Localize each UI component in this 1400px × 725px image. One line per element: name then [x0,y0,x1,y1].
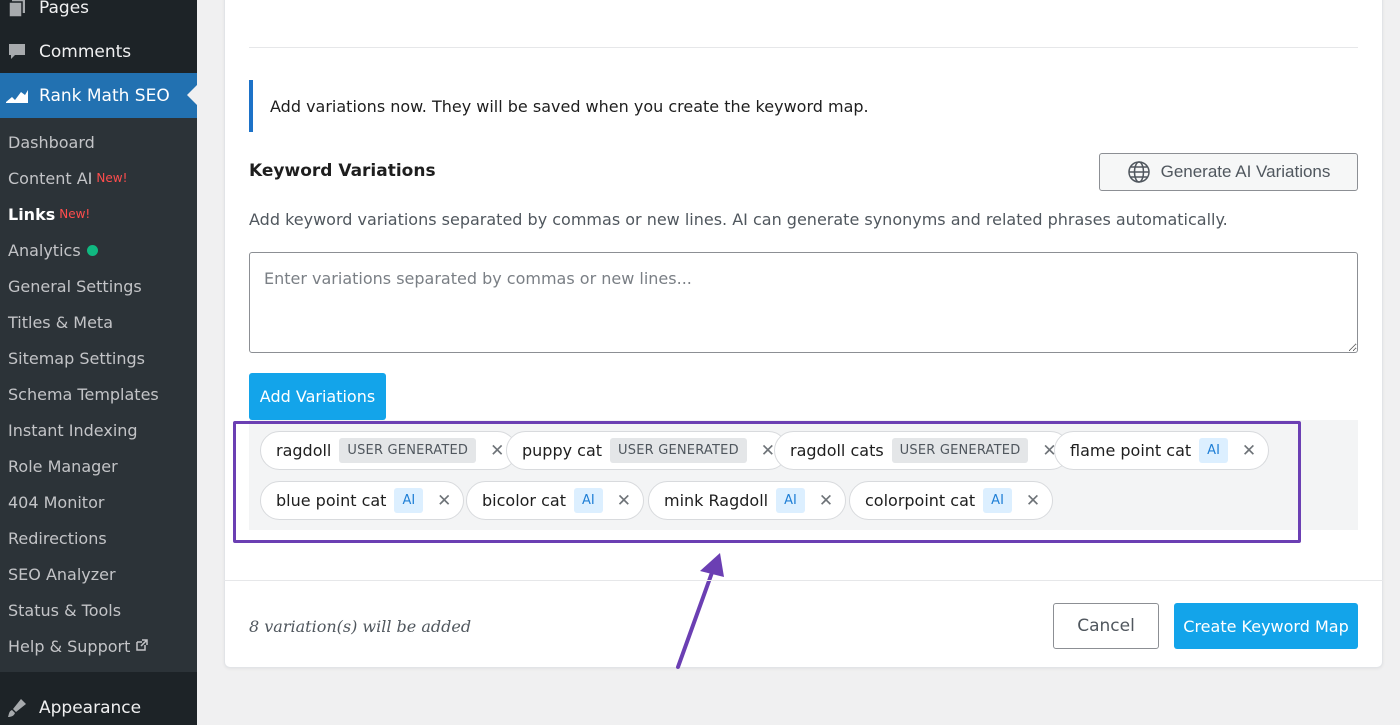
tag-text: mink Ragdoll [664,491,769,510]
status-dot-icon [86,244,98,256]
tag-text: flame point cat [1070,441,1192,460]
generate-label: Generate AI Variations [1160,162,1331,181]
variation-tag: puppy cat USER GENERATED ✕ [506,431,789,470]
submenu-links[interactable]: Links New! [0,196,197,232]
submenu-label: Content AI [8,168,93,188]
submenu-redirections[interactable]: Redirections [0,520,197,556]
remove-tag-icon[interactable]: ✕ [490,441,504,461]
menu-pages-label: Pages [39,0,90,18]
tag-text: ragdoll [276,441,332,460]
tag-text: puppy cat [522,441,603,460]
admin-sidebar: Pages Comments Rank Math SEO Dashboard C… [0,0,197,725]
add-variations-button[interactable]: Add Variations [249,373,386,420]
generate-ai-variations-button[interactable]: Generate AI Variations [1099,153,1358,191]
submenu-content-ai[interactable]: Content AI New! [0,160,197,196]
submenu-analytics[interactable]: Analytics [0,232,197,268]
variations-description: Add keyword variations separated by comm… [249,210,1228,229]
submenu-label: 404 Monitor [8,492,105,512]
submenu-label: General Settings [8,276,142,296]
submenu-label: Redirections [8,528,107,548]
ai-badge: AI [573,488,603,513]
submenu-general-settings[interactable]: General Settings [0,268,197,304]
new-badge: New! [96,171,128,185]
menu-comments[interactable]: Comments [0,32,197,72]
variation-tag: colorpoint cat AI ✕ [849,481,1054,520]
external-link-icon [136,638,149,654]
variation-tag: ragdoll USER GENERATED ✕ [260,431,518,470]
ai-badge: AI [983,488,1012,513]
user-generated-badge: USER GENERATED [339,438,477,463]
brush-icon [0,698,34,718]
remove-tag-icon[interactable]: ✕ [1242,441,1256,461]
menu-rank-math-seo[interactable]: Rank Math SEO [0,73,197,118]
divider [249,47,1358,48]
submenu-label: Instant Indexing [8,420,138,440]
submenu-label: Titles & Meta [8,312,113,332]
variation-tag: ragdoll cats USER GENERATED ✕ [774,431,1070,470]
user-generated-badge: USER GENERATED [891,438,1029,463]
submenu-status-tools[interactable]: Status & Tools [0,592,197,628]
remove-tag-icon[interactable]: ✕ [437,491,451,511]
ai-badge: AI [1199,438,1228,463]
submenu-instant-indexing[interactable]: Instant Indexing [0,412,197,448]
submenu-sitemap-settings[interactable]: Sitemap Settings [0,340,197,376]
submenu-label: Links [8,204,56,224]
submenu-label: Sitemap Settings [8,348,145,368]
menu-appearance-label: Appearance [39,698,142,718]
submenu-schema-templates[interactable]: Schema Templates [0,376,197,412]
tag-text: colorpoint cat [865,491,976,510]
remove-tag-icon[interactable]: ✕ [819,491,833,511]
user-generated-badge: USER GENERATED [610,438,747,463]
submenu-role-manager[interactable]: Role Manager [0,448,197,484]
variation-tag: bicolor cat AI ✕ [466,481,644,520]
keyword-variations-title: Keyword Variations [249,161,436,181]
variation-tag: flame point cat AI ✕ [1054,431,1270,470]
submenu-dashboard[interactable]: Dashboard [0,124,197,160]
submenu-label: SEO Analyzer [8,564,116,584]
rank-math-submenu: Dashboard Content AI New! Links New! Analy… [0,118,197,672]
variations-input[interactable] [249,252,1358,353]
menu-comments-label: Comments [39,42,132,62]
tag-text: blue point cat [276,491,387,510]
submenu-titles-meta[interactable]: Titles & Meta [0,304,197,340]
remove-tag-icon[interactable]: ✕ [761,441,775,461]
create-keyword-map-button[interactable]: Create Keyword Map [1174,603,1358,649]
menu-rank-math-label: Rank Math SEO [39,85,170,106]
submenu-label: Help & Support [8,636,131,656]
ai-badge: AI [776,488,805,513]
submenu-label: Schema Templates [8,384,159,404]
submenu-label: Role Manager [8,456,118,476]
menu-pages[interactable]: Pages [0,0,197,28]
tag-text: bicolor cat [482,491,566,510]
active-pointer [187,85,197,105]
globe-icon [1127,161,1150,183]
submenu-seo-analyzer[interactable]: SEO Analyzer [0,556,197,592]
notice-text: Add variations now. They will be saved w… [270,96,869,116]
pages-icon [0,0,34,18]
ai-badge: AI [394,488,424,513]
footer-divider [224,580,1383,581]
variation-tag: mink Ragdoll AI ✕ [648,481,847,520]
submenu-help-support[interactable]: Help & Support [0,628,197,664]
rank-math-icon [0,88,34,104]
remove-tag-icon[interactable]: ✕ [1026,491,1040,511]
comment-icon [0,42,34,62]
submenu-label: Status & Tools [8,600,122,620]
cancel-button[interactable]: Cancel [1053,603,1159,649]
submenu-404-monitor[interactable]: 404 Monitor [0,484,197,520]
new-badge: New! [59,207,91,221]
variations-count-note: 8 variation(s) will be added [249,617,472,636]
info-notice: Add variations now. They will be saved w… [249,80,1357,132]
tag-text: ragdoll cats [790,441,884,460]
menu-appearance[interactable]: Appearance [0,688,197,725]
submenu-label: Analytics [8,240,81,260]
variation-tag: blue point cat AI ✕ [260,481,465,520]
submenu-label: Dashboard [8,132,95,152]
remove-tag-icon[interactable]: ✕ [617,491,631,511]
